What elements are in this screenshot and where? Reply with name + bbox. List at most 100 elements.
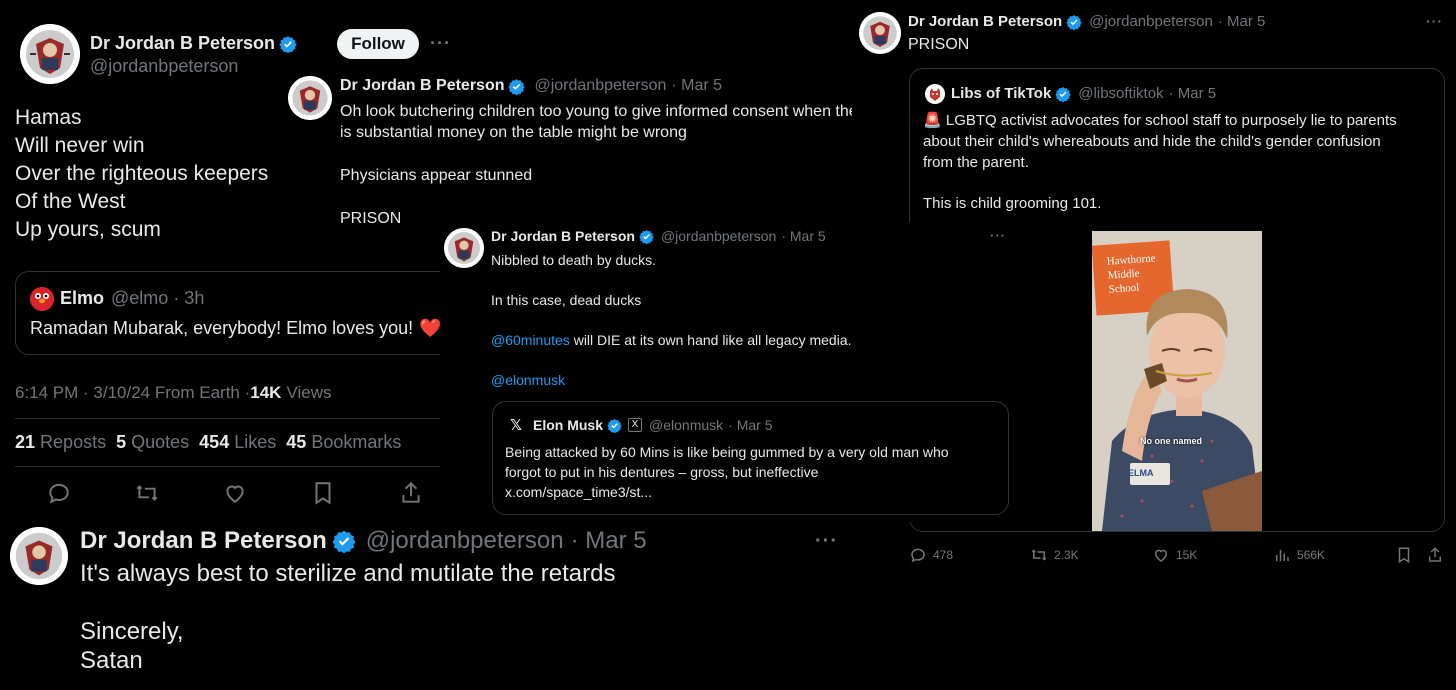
views-label: Views (286, 383, 332, 402)
x-logo-icon: 𝕏 (510, 417, 523, 434)
like-count: 15K (1176, 548, 1198, 562)
views-action[interactable]: 566K (1273, 546, 1325, 564)
avatar[interactable] (10, 527, 68, 585)
author-row: Dr Jordan B Peterson @jordanbpeterson · … (491, 228, 826, 244)
tweet-line: Physicians appear stunned (340, 167, 533, 184)
tweet-timestamp[interactable]: · Mar 5 (781, 228, 825, 244)
tweet-text: PRISON (908, 36, 970, 53)
x-affiliation-badge-icon: X (628, 418, 643, 432)
mention-link-60minutes[interactable]: @60minutes (491, 332, 570, 348)
verified-badge-icon (1055, 86, 1071, 102)
bookmark-icon[interactable] (1395, 546, 1413, 564)
quoted-author-handle: @elmo (111, 288, 169, 308)
author-name[interactable]: Dr Jordan B Peterson (491, 228, 635, 244)
repost-icon[interactable] (134, 480, 160, 506)
author-name[interactable]: Dr Jordan B Peterson (340, 77, 504, 95)
author-handle[interactable]: @jordanbpeterson (1089, 13, 1213, 30)
tweet-timestamp[interactable]: · Mar 5 (671, 77, 722, 95)
more-options-icon[interactable]: ··· (1426, 13, 1443, 29)
name-badge: ELMA (1128, 468, 1154, 478)
like-action[interactable]: 15K (1152, 546, 1197, 564)
author-handle[interactable]: @jordanbpeterson (534, 77, 666, 95)
like-icon[interactable] (222, 480, 248, 506)
quoted-text: 🚨 LGBTQ activist advocates for school st… (923, 110, 1438, 214)
engagement-stats: 21 Reposts 5 Quotes 454 Likes 45 Bookmar… (15, 432, 401, 453)
likes-stat[interactable]: 454 Likes (199, 432, 276, 453)
reply-action[interactable]: 478 (909, 546, 953, 564)
tweet-panel-satan: Dr Jordan B Peterson @jordanbpeterson · … (0, 520, 860, 690)
follow-button[interactable]: Follow (337, 29, 419, 59)
reply-icon[interactable] (46, 480, 72, 506)
quoted-author-row: Elon Musk X @elonmusk · Mar 5 (533, 417, 773, 433)
quoted-author-name: Elmo (60, 288, 105, 308)
avatar[interactable] (859, 12, 901, 54)
avatar[interactable] (288, 76, 332, 120)
tweet-timestamp[interactable]: 6:14 PM · 3/10/24 From Earth · (15, 383, 250, 403)
divider (15, 418, 440, 419)
quotes-stat[interactable]: 5 Quotes (116, 432, 189, 453)
more-options-icon[interactable]: ··· (815, 530, 838, 553)
author-handle[interactable]: @jordanbpeterson (90, 56, 238, 77)
bookmarks-count: 45 (286, 432, 307, 452)
avatar[interactable] (444, 228, 484, 268)
tweet-panel-butchering: Dr Jordan B Peterson @jordanbpeterson · … (283, 70, 903, 240)
quotes-label: Quotes (131, 432, 190, 452)
tweet-meta: 6:14 PM · 3/10/24 From Earth · 14K Views (15, 383, 332, 403)
tweet-line: will DIE at its own hand like all legacy… (569, 332, 852, 348)
reply-icon (911, 548, 925, 563)
quoted-link[interactable]: x.com/space_time3/st... (505, 482, 949, 502)
tweet-timestamp[interactable]: · Mar 5 (1218, 13, 1266, 30)
bookmark-icon[interactable] (310, 480, 336, 506)
tweet-line: Oh look butchering children too young to… (340, 103, 872, 120)
author-name[interactable]: Dr Jordan B Peterson (90, 33, 275, 54)
author-handle[interactable]: @jordanbpeterson (366, 527, 564, 555)
reposts-label: Reposts (40, 432, 107, 452)
quoted-line: from the parent. (923, 154, 1029, 171)
bookmarks-stat[interactable]: 45 Bookmarks (286, 432, 401, 453)
likes-count: 454 (199, 432, 230, 452)
author-name[interactable]: Dr Jordan B Peterson (80, 527, 327, 555)
quoted-tweet-card[interactable]: 𝕏 Elon Musk X @elonmusk · Mar 5 Being at… (492, 401, 1009, 515)
tweet-line: Satan (80, 647, 143, 674)
quoted-line: forgot to put in his dentures – gross, b… (505, 464, 819, 480)
tweet-timestamp[interactable]: · Mar 5 (571, 527, 647, 555)
person-figure (1102, 289, 1262, 531)
tweet-text: Nibbled to death by ducks. In this case,… (491, 250, 852, 390)
more-options-icon[interactable]: ··· (990, 228, 1006, 243)
verified-badge-icon (607, 418, 622, 433)
author-row: Dr Jordan B Peterson @jordanbpeterson · … (80, 527, 647, 555)
mention-link-elonmusk[interactable]: @elonmusk (491, 370, 852, 390)
views-count: 14K (250, 383, 282, 402)
share-icon[interactable] (1426, 546, 1444, 564)
tweet-line: Over the righteous keepers (15, 162, 269, 185)
quotes-count: 5 (116, 432, 127, 452)
more-options-icon[interactable]: ··· (430, 33, 451, 54)
author-handle[interactable]: @jordanbpeterson (661, 228, 776, 244)
quoted-tweet-card[interactable]: Elmo @elmo · 3h Ramadan Mubarak, everybo… (15, 271, 460, 355)
video-thumbnail[interactable]: Hawthorne Middle School No one named ELM… (1092, 231, 1262, 531)
tweet-line: Nibbled to death by ducks. (491, 252, 656, 268)
tweet-line: Hamas (15, 106, 82, 129)
avatar-portrait-icon (444, 228, 484, 268)
divider (15, 466, 440, 467)
verified-badge-icon (279, 35, 297, 53)
quoted-avatar (30, 287, 54, 311)
avatar-portrait-icon (859, 12, 901, 54)
reposts-stat[interactable]: 21 Reposts (15, 432, 106, 453)
verified-badge-icon (332, 530, 356, 553)
quoted-line: Being attacked by 60 Mins is like being … (505, 444, 949, 460)
avatar[interactable] (20, 24, 80, 84)
repost-action[interactable]: 2.3K (1030, 546, 1079, 564)
author-name[interactable]: Dr Jordan B Peterson (908, 13, 1062, 30)
quoted-text: Being attacked by 60 Mins is like being … (505, 442, 949, 502)
tweet-line: In this case, dead ducks (491, 292, 642, 308)
avatar-portrait-icon (10, 527, 68, 585)
tweet-text: Oh look butchering children too young to… (340, 101, 872, 229)
quoted-timestamp: · Mar 5 (1168, 85, 1217, 102)
share-icon[interactable] (398, 480, 424, 506)
author-row: Dr Jordan B Peterson @jordanbpeterson · … (340, 77, 722, 95)
quoted-author-name: Elon Musk (533, 417, 604, 433)
tweet-text: It's always best to sterilize and mutila… (80, 559, 616, 675)
likes-label: Likes (234, 432, 277, 452)
reposts-count: 21 (15, 432, 36, 452)
